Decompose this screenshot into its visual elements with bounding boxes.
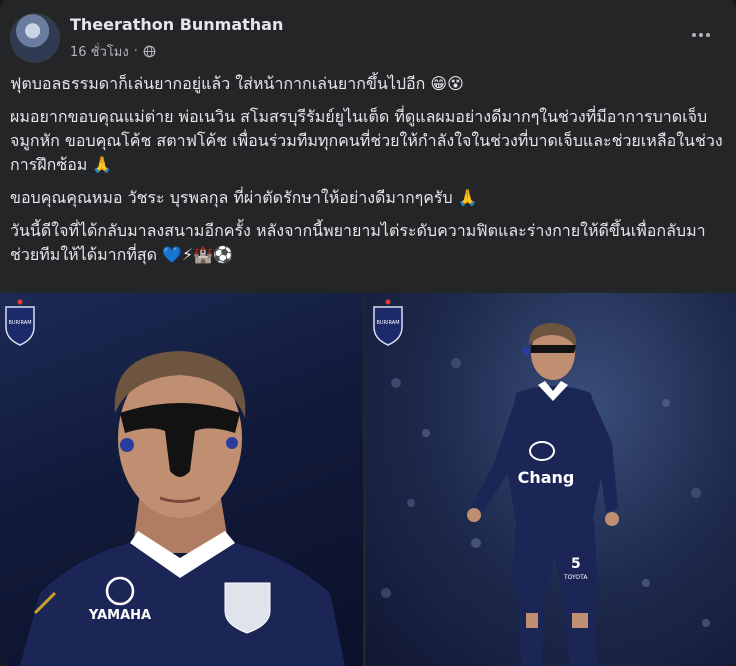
more-dot-icon <box>692 33 696 37</box>
post-paragraph: ฟุตบอลธรรมดาก็เล่นยากอยู่แล้ว ใส่หน้ากาก… <box>10 74 464 93</box>
post-timestamp[interactable]: 16 ชั่วโมง <box>70 41 129 62</box>
right-sponsor-label: Chang <box>518 468 575 487</box>
club-crest-icon: BURIRAM <box>373 299 403 346</box>
post-meta: 16 ชั่วโมง · <box>70 41 156 62</box>
more-options-button[interactable] <box>684 18 718 52</box>
meta-separator: · <box>133 44 138 59</box>
post-paragraph: ผมอยากขอบคุณแม่ต่าย พ่อเนวิน สโมสรบุรีรั… <box>10 107 723 174</box>
shirt-number: 5 <box>571 556 581 572</box>
post-text: ฟุตบอลธรรมดาก็เล่นยากอยู่แล้ว ใส่หน้ากาก… <box>10 72 726 276</box>
club-crest-icon: BURIRAM <box>5 299 35 346</box>
left-sponsor-label: YAMAHA <box>88 608 151 623</box>
post-header: Theerathon Bunmathan 16 ชั่วโมง · <box>10 10 726 63</box>
author-avatar[interactable] <box>10 13 60 63</box>
shorts-sponsor: TOYOTA <box>563 574 588 581</box>
globe-icon[interactable] <box>143 45 156 58</box>
photo-grid: BURIRAM YAMAHA BURIRAM Chang 5 TOYOTA <box>0 293 736 666</box>
crest-label: BURIRAM <box>8 320 31 326</box>
player-fullbody-illustration: BURIRAM Chang 5 TOYOTA <box>373 299 710 666</box>
more-dot-icon <box>699 33 703 37</box>
crest-label: BURIRAM <box>376 320 399 326</box>
player-closeup-illustration: BURIRAM YAMAHA <box>5 299 345 666</box>
photo-player-closeup[interactable]: BURIRAM YAMAHA <box>0 293 363 666</box>
post-paragraph: ขอบคุณคุณหมอ วัชระ บุรพลกุล ที่ผ่าตัดรัก… <box>10 188 478 207</box>
author-name[interactable]: Theerathon Bunmathan <box>70 15 283 34</box>
photo-player-fullbody[interactable]: BURIRAM Chang 5 TOYOTA <box>366 293 736 666</box>
post-card: Theerathon Bunmathan 16 ชั่วโมง · ฟุตบอล… <box>0 0 736 666</box>
post-paragraph: วันนี้ดีใจที่ได้กลับมาลงสนามอีกครั้ง หลั… <box>10 221 706 264</box>
more-dot-icon <box>706 33 710 37</box>
